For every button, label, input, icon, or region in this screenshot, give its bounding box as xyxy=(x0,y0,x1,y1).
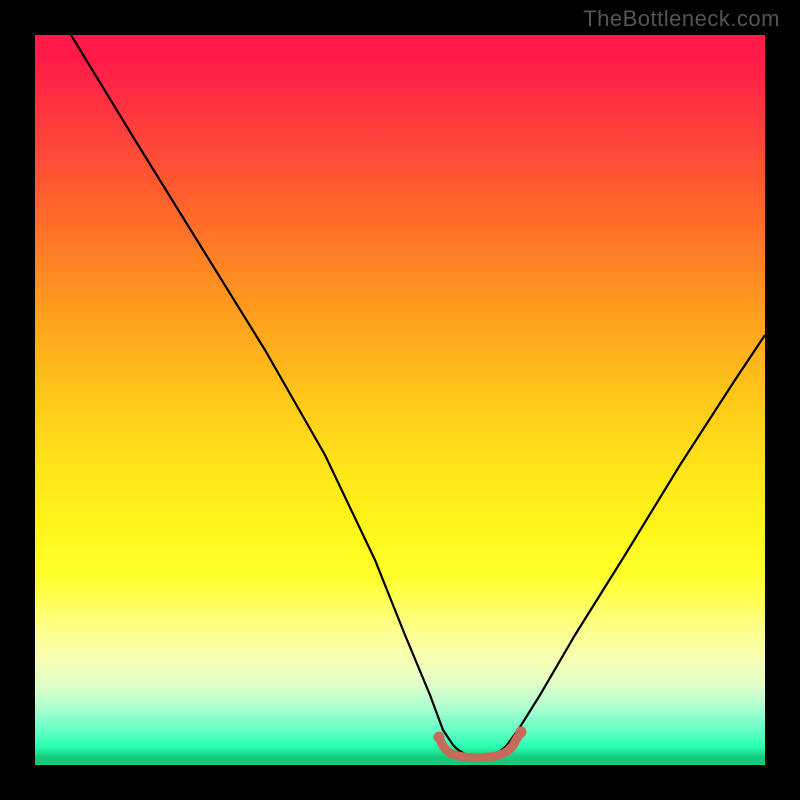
marker-dot-left xyxy=(434,732,445,743)
plot-area xyxy=(35,35,765,765)
bottleneck-curve xyxy=(71,35,765,757)
watermark-text: TheBottleneck.com xyxy=(583,6,780,32)
marker-dot-right xyxy=(516,727,527,738)
chart-svg xyxy=(35,35,765,765)
flat-marker-band xyxy=(439,732,521,758)
